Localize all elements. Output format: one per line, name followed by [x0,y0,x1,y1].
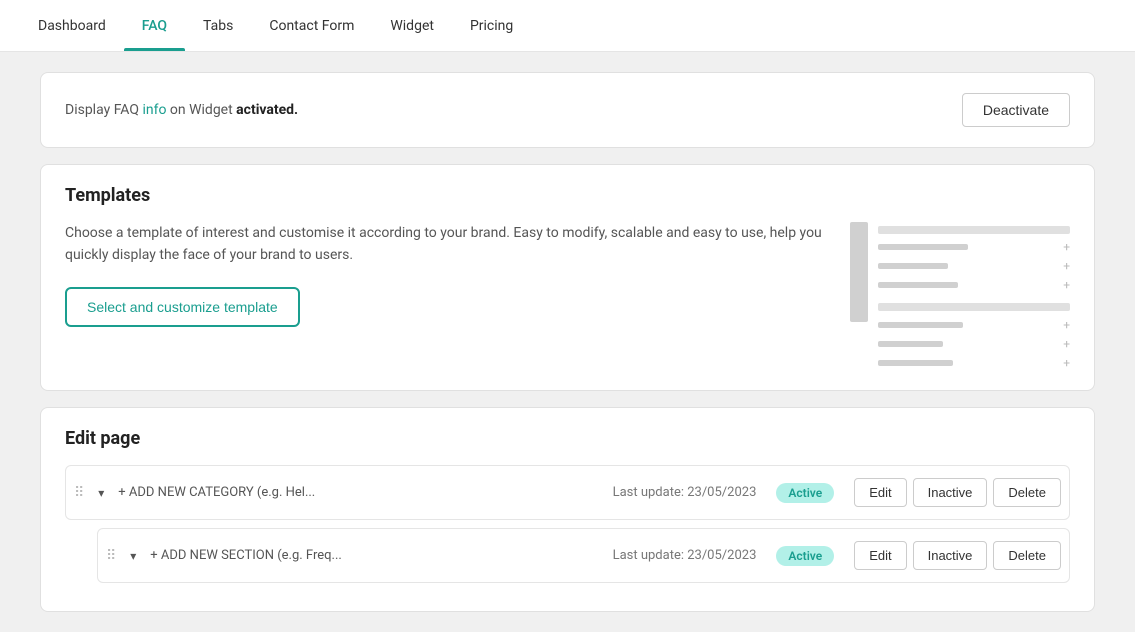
edit-button-category[interactable]: Edit [854,478,906,507]
activation-bar: Display FAQ info on Widget activated. De… [65,93,1070,127]
templates-content: Choose a template of interest and custom… [65,222,1070,370]
preview-header-bar [878,226,1070,234]
templates-title: Templates [65,185,1070,206]
preview-plus-4: + [1063,318,1070,332]
row-label-section: + ADD NEW SECTION (e.g. Freq... [150,548,602,563]
last-update-section: Last update: 23/05/2023 [613,548,757,563]
preview-bar [878,322,963,328]
edit-page-card: Edit page ⠿ ▾ + ADD NEW CATEGORY (e.g. H… [40,407,1095,612]
select-template-button[interactable]: Select and customize template [65,287,300,327]
preview-bar [878,282,958,288]
preview-bar [878,360,953,366]
preview-plus-2: + [1063,259,1070,273]
preview-row-4: + [878,318,1070,332]
top-navigation: Dashboard FAQ Tabs Contact Form Widget P… [0,0,1135,52]
deactivate-button[interactable]: Deactivate [962,93,1070,127]
chevron-down-2[interactable]: ▾ [126,547,140,565]
delete-button-section[interactable]: Delete [993,541,1061,570]
edit-page-title: Edit page [65,428,1070,449]
nav-widget[interactable]: Widget [372,2,452,50]
nav-dashboard[interactable]: Dashboard [20,2,124,50]
preview-row-2: + [878,259,1070,273]
last-update-category: Last update: 23/05/2023 [613,485,757,500]
nav-contact-form[interactable]: Contact Form [251,2,372,50]
preview-row-6: + [878,356,1070,370]
preview-plus-6: + [1063,356,1070,370]
delete-button-category[interactable]: Delete [993,478,1061,507]
status-badge-category: Active [776,483,834,503]
preview-sidebar-bar [850,222,868,322]
row-actions-section: Edit Inactive Delete [854,541,1061,570]
preview-bar [878,263,948,269]
preview-section-bar-2 [878,303,1070,311]
drag-handle-2[interactable]: ⠿ [106,548,116,564]
inactive-button-category[interactable]: Inactive [913,478,988,507]
row-label-category: + ADD NEW CATEGORY (e.g. Hel... [118,485,602,500]
table-row: ⠿ ▾ + ADD NEW CATEGORY (e.g. Hel... Last… [65,465,1070,520]
status-badge-section: Active [776,546,834,566]
nav-tabs[interactable]: Tabs [185,2,251,50]
table-row: ⠿ ▾ + ADD NEW SECTION (e.g. Freq... Last… [97,528,1070,583]
preview-bar [878,244,968,250]
nav-faq[interactable]: FAQ [124,2,185,50]
highlight-info: info [142,102,166,118]
preview-plus-3: + [1063,278,1070,292]
templates-text-block: Choose a template of interest and custom… [65,222,826,327]
edit-button-section[interactable]: Edit [854,541,906,570]
preview-row-1: + [878,240,1070,254]
templates-description: Choose a template of interest and custom… [65,222,826,267]
preview-plus-5: + [1063,337,1070,351]
preview-bar [878,341,943,347]
activation-bar-card: Display FAQ info on Widget activated. De… [40,72,1095,148]
templates-card: Templates Choose a template of interest … [40,164,1095,391]
chevron-down-1[interactable]: ▾ [94,484,108,502]
preview-row-3: + [878,278,1070,292]
inactive-button-section[interactable]: Inactive [913,541,988,570]
activation-message: Display FAQ info on Widget activated. [65,102,298,118]
preview-row-5: + [878,337,1070,351]
preview-plus-1: + [1063,240,1070,254]
activation-status: activated. [236,102,298,118]
main-content: Display FAQ info on Widget activated. De… [0,52,1135,632]
drag-handle-1[interactable]: ⠿ [74,485,84,501]
nav-pricing[interactable]: Pricing [452,2,531,50]
template-preview-illustration: + + + + [850,222,1070,370]
row-actions-category: Edit Inactive Delete [854,478,1061,507]
preview-body: + + + + [878,222,1070,370]
